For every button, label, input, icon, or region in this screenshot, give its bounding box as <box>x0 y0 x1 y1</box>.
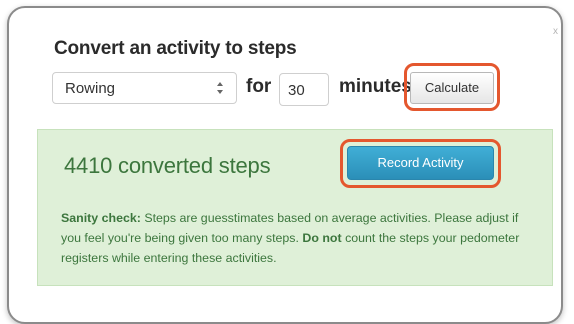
minutes-input[interactable]: 30 <box>279 73 329 106</box>
activity-select[interactable]: Rowing <box>52 72 237 104</box>
activity-select-value: Rowing <box>65 80 116 97</box>
minutes-label: minutes <box>339 76 412 97</box>
sanity-check-note: Sanity check: Steps are guesstimates bas… <box>61 208 531 268</box>
sanity-check-label: Sanity check: <box>61 211 141 225</box>
converted-steps-text: 4410 converted steps <box>64 153 271 178</box>
dialog-title: Convert an activity to steps <box>54 38 297 59</box>
record-activity-button[interactable]: Record Activity <box>347 146 494 180</box>
close-icon[interactable]: x <box>553 27 558 37</box>
do-not-label: Do not <box>302 231 342 245</box>
calculate-button[interactable]: Calculate <box>410 72 494 104</box>
for-label: for <box>246 76 272 97</box>
select-arrows-icon <box>217 82 223 94</box>
